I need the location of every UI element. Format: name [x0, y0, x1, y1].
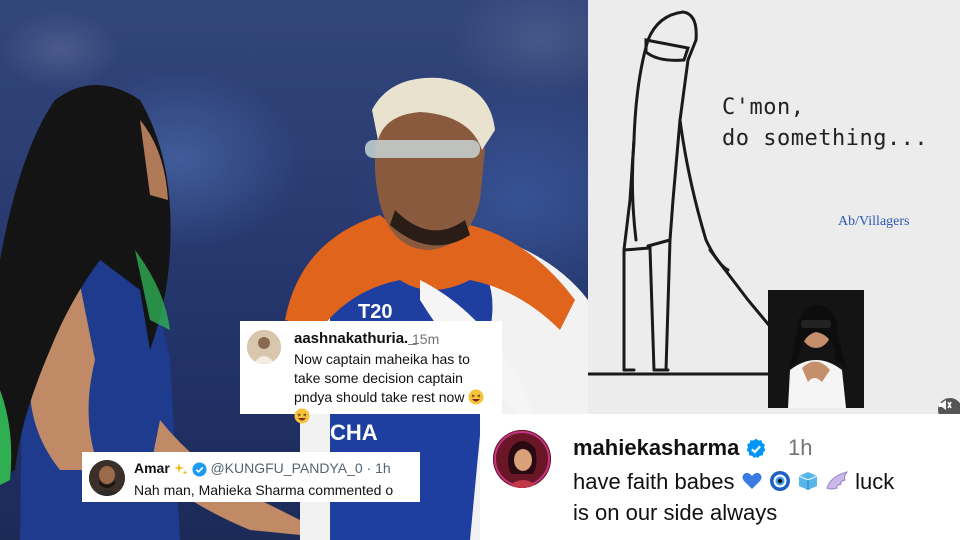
avatar[interactable] — [247, 330, 281, 364]
comment-username[interactable]: aashnakathuria._ — [294, 330, 417, 347]
stick-figure-drawing — [588, 10, 776, 376]
tweet-handle[interactable]: @KUNGFU_PANDYA_0 — [210, 460, 362, 476]
mute-icon[interactable] — [938, 398, 960, 414]
grinning-squinting-face-icon — [468, 389, 484, 405]
tweet-display-name[interactable]: Amar — [134, 460, 170, 476]
tweet-text: Nah man, Mahieka Sharma commented o — [134, 482, 394, 498]
grinning-squinting-face-icon — [294, 408, 310, 424]
comment-username[interactable]: mahiekasharma — [573, 435, 767, 461]
comment-username-text[interactable]: mahiekasharma — [573, 435, 739, 460]
sparkles-icon — [173, 463, 188, 475]
comment-text: have faith babes luck is on our side alw… — [573, 466, 953, 528]
meme-panel: C'mon, do something... Ab/Villagers — [588, 0, 960, 414]
tweet-time: · 1h — [366, 460, 391, 476]
inset-photo — [768, 290, 864, 408]
avatar[interactable] — [89, 460, 125, 496]
tweet-header: Amar @KUNGFU_PANDYA_0 · 1h — [134, 460, 391, 477]
comment-card-mahieka: mahiekasharma 1h have faith babes luck i… — [480, 414, 960, 540]
comment-text-part: have faith babes — [573, 469, 735, 494]
comment-time: 15m — [412, 331, 440, 347]
avatar[interactable] — [493, 430, 551, 488]
meme-credit: Ab/Villagers — [838, 214, 910, 229]
comment-text: Now captain maheika has to take some dec… — [294, 350, 498, 426]
meme-caption: C'mon, do something... — [722, 95, 929, 151]
comment-text-part: luck — [855, 469, 895, 494]
comment-text-part: is on our side always — [573, 500, 778, 525]
verified-badge-icon — [192, 462, 207, 477]
comment-time: 1h — [788, 435, 813, 460]
comment-text-body: Now captain maheika has to take some dec… — [294, 351, 470, 405]
svg-text:T20: T20 — [358, 301, 392, 323]
verified-badge-icon — [747, 438, 766, 459]
blue-heart-icon — [742, 472, 762, 489]
collage: T20 CHA C'mon, do something... Ab/Villag… — [0, 0, 960, 540]
ice-cube-icon — [798, 472, 818, 490]
wing-icon — [826, 471, 849, 490]
nazar-amulet-icon — [769, 471, 790, 491]
comment-card-aashna: aashnakathuria._ 15m Now captain maheika… — [240, 321, 502, 424]
tweet-card-amar: Amar @KUNGFU_PANDYA_0 · 1h Nah man, Mahi… — [82, 452, 420, 502]
